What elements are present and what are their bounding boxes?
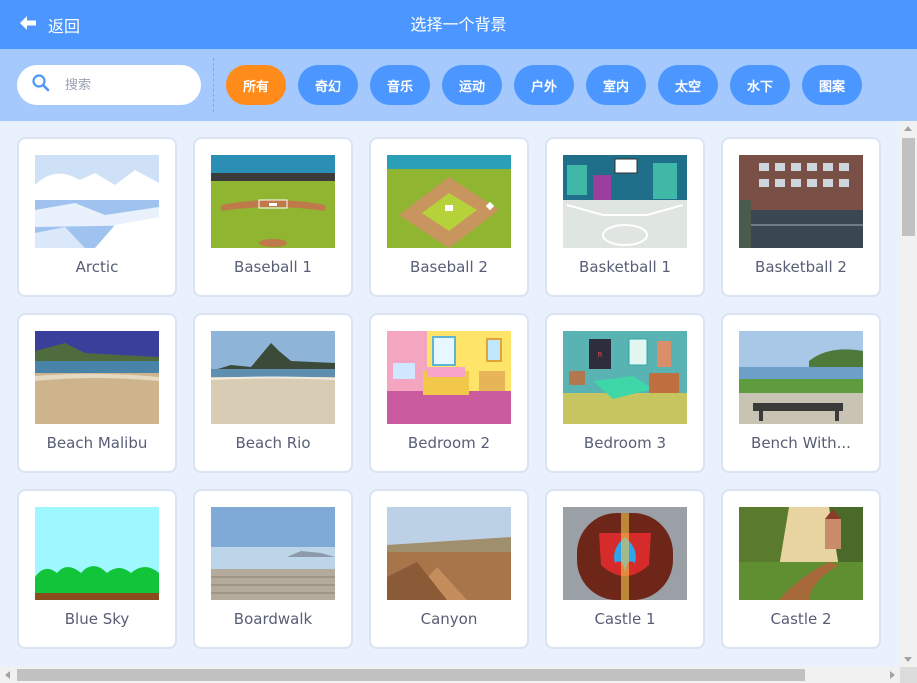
castle-2-thumbnail xyxy=(739,507,863,600)
scroll-left-icon[interactable] xyxy=(5,671,10,679)
horizontal-scroll-thumb[interactable] xyxy=(17,669,805,681)
filter-divider xyxy=(213,58,214,112)
backdrop-card[interactable]: Blue Sky xyxy=(17,489,177,649)
search-box[interactable] xyxy=(17,65,201,105)
backdrop-name: Canyon xyxy=(420,610,478,628)
bench-with-view-thumbnail xyxy=(739,331,863,424)
back-label: 返回 xyxy=(48,16,81,36)
backdrop-name: Bedroom 3 xyxy=(583,434,667,452)
backdrop-name: Castle 1 xyxy=(594,610,656,628)
backdrop-name: Baseball 1 xyxy=(234,258,312,276)
vertical-scroll-thumb[interactable] xyxy=(902,138,915,236)
backdrop-name: Bedroom 2 xyxy=(407,434,491,452)
castle-1-thumbnail xyxy=(563,507,687,600)
horizontal-scrollbar[interactable] xyxy=(0,667,900,683)
category-tag[interactable]: 太空 xyxy=(658,65,718,105)
backdrop-card[interactable]: Boardwalk xyxy=(193,489,353,649)
canyon-thumbnail xyxy=(387,507,511,600)
backdrop-card[interactable]: Bedroom 2 xyxy=(369,313,529,473)
basketball-2-thumbnail xyxy=(739,155,863,248)
backdrop-name: Basketball 2 xyxy=(755,258,847,276)
backdrop-card[interactable]: Baseball 1 xyxy=(193,137,353,297)
boardwalk-thumbnail xyxy=(211,507,335,600)
beach-malibu-thumbnail xyxy=(35,331,159,424)
search-input[interactable] xyxy=(65,77,175,93)
scrollbar-corner xyxy=(900,667,917,683)
backdrop-name: Castle 2 xyxy=(770,610,832,628)
category-tag[interactable]: 所有 xyxy=(226,65,286,105)
baseball-2-thumbnail xyxy=(387,155,511,248)
beach-rio-thumbnail xyxy=(211,331,335,424)
backdrop-card[interactable]: Beach Rio xyxy=(193,313,353,473)
backdrop-card[interactable]: Arctic xyxy=(17,137,177,297)
category-tag[interactable]: 音乐 xyxy=(370,65,430,105)
scroll-down-icon[interactable] xyxy=(904,657,912,662)
page-title: 选择一个背景 xyxy=(410,15,507,34)
backdrop-name: Bench With... xyxy=(751,434,851,452)
backdrop-name: Basketball 1 xyxy=(579,258,671,276)
header-bar: 返回 选择一个背景 xyxy=(0,0,917,49)
category-tag[interactable]: 户外 xyxy=(514,65,574,105)
back-arrow-icon xyxy=(18,13,38,37)
blue-sky-thumbnail xyxy=(35,507,159,600)
backdrop-card[interactable]: Castle 1 xyxy=(545,489,705,649)
search-icon xyxy=(31,73,51,97)
back-button[interactable]: 返回 xyxy=(18,0,80,49)
scroll-right-icon[interactable] xyxy=(890,671,895,679)
backdrop-card[interactable]: Castle 2 xyxy=(721,489,881,649)
bedroom-2-thumbnail xyxy=(387,331,511,424)
backdrop-name: Beach Malibu xyxy=(46,434,148,452)
backdrop-card[interactable]: Canyon xyxy=(369,489,529,649)
backdrop-card[interactable]: Bench With... xyxy=(721,313,881,473)
backdrop-card[interactable]: Beach Malibu xyxy=(17,313,177,473)
backdrop-name: Blue Sky xyxy=(64,610,130,628)
backdrop-card[interactable]: Basketball 2 xyxy=(721,137,881,297)
basketball-1-thumbnail xyxy=(563,155,687,248)
category-tag[interactable]: 水下 xyxy=(730,65,790,105)
backdrop-card[interactable]: Basketball 1 xyxy=(545,137,705,297)
backdrop-name: Arctic xyxy=(75,258,119,276)
category-tag[interactable]: 奇幻 xyxy=(298,65,358,105)
arctic-thumbnail xyxy=(35,155,159,248)
category-tag[interactable]: 室内 xyxy=(586,65,646,105)
bedroom-3-thumbnail: R xyxy=(563,331,687,424)
category-tag[interactable]: 图案 xyxy=(802,65,862,105)
scroll-up-icon[interactable] xyxy=(904,126,912,131)
svg-text:R: R xyxy=(598,351,603,359)
backdrop-name: Beach Rio xyxy=(235,434,311,452)
category-tag[interactable]: 运动 xyxy=(442,65,502,105)
filter-bar: 所有奇幻音乐运动户外室内太空水下图案 xyxy=(0,49,917,121)
backdrop-card[interactable]: Baseball 2 xyxy=(369,137,529,297)
vertical-scrollbar[interactable] xyxy=(900,121,917,667)
backdrop-name: Baseball 2 xyxy=(410,258,488,276)
backdrop-grid: Arctic Baseball 1 Baseball 2 Basketball 1 Ba… xyxy=(0,121,917,683)
baseball-1-thumbnail xyxy=(211,155,335,248)
backdrop-name: Boardwalk xyxy=(233,610,313,628)
backdrop-card[interactable]: R Bedroom 3 xyxy=(545,313,705,473)
